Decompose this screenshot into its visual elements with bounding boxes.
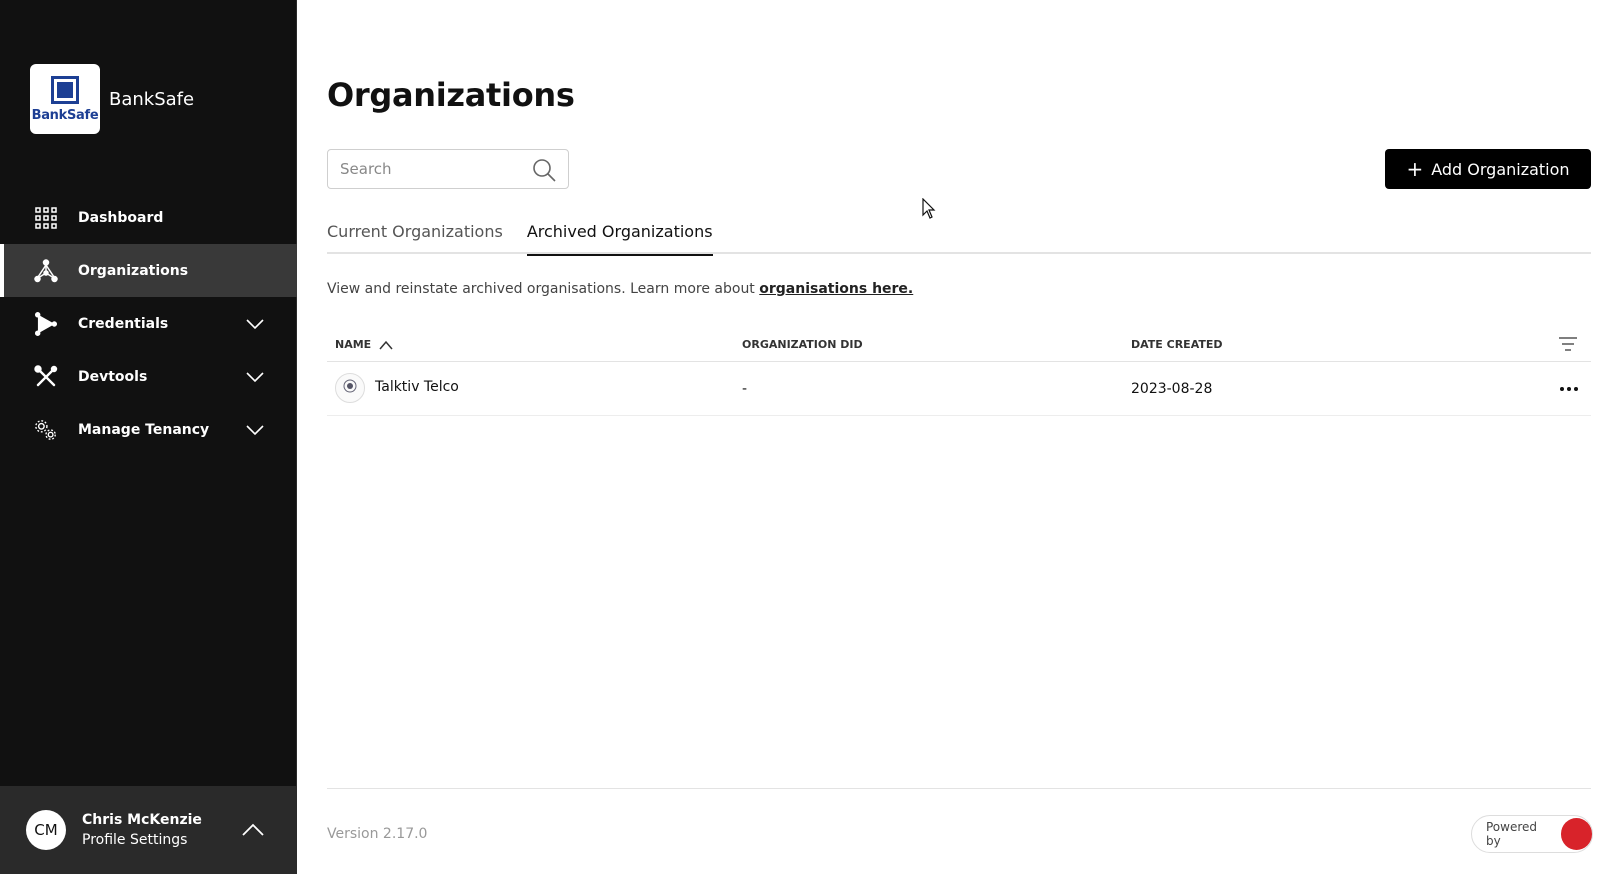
table-header: NAME ORGANIZATION DID DATE CREATED (327, 328, 1591, 362)
network-icon (34, 258, 58, 283)
plus-icon: + (1406, 157, 1424, 181)
add-organization-button[interactable]: + Add Organization (1385, 149, 1591, 189)
page-description: View and reinstate archived organisation… (327, 281, 913, 297)
profile-settings-link[interactable]: Profile Settings (82, 832, 202, 848)
column-header-name[interactable]: NAME (335, 338, 393, 351)
brand[interactable]: BankSafe BankSafe (30, 64, 194, 134)
search-icon[interactable] (532, 158, 556, 182)
organization-logo (335, 373, 365, 403)
organization-date-created: 2023-08-28 (1131, 381, 1213, 397)
profile-name: Chris McKenzie (82, 812, 202, 828)
powered-by-badge[interactable]: Powered by (1471, 815, 1593, 853)
column-header-date-created: DATE CREATED (1131, 338, 1223, 351)
table-row[interactable]: Talktiv Telco - 2023-08-28 (327, 362, 1591, 416)
sidebar-item-label: Devtools (78, 368, 148, 385)
brand-logo-icon (51, 75, 79, 104)
brand-name: BankSafe (109, 88, 195, 110)
more-options-icon[interactable] (1557, 379, 1581, 399)
mattr-logo (1560, 818, 1592, 850)
profile-text: Chris McKenzie Profile Settings (82, 812, 202, 848)
organization-logo-icon (343, 379, 357, 393)
page-title: Organizations (327, 76, 575, 114)
chevron-up-icon[interactable] (241, 822, 265, 838)
main-content: Organizations + Add Organization Current… (297, 0, 1618, 874)
sidebar-item-devtools[interactable]: Devtools (0, 350, 297, 403)
tabs: Current Organizations Archived Organizat… (327, 222, 1591, 256)
mouse-cursor-icon (922, 198, 936, 219)
sidebar-item-dashboard[interactable]: Dashboard (0, 191, 297, 244)
description-text: View and reinstate archived organisation… (327, 281, 760, 297)
organization-name[interactable]: Talktiv Telco (375, 379, 459, 395)
sidebar: BankSafe BankSafe Dashboard Organization… (0, 0, 297, 874)
tools-icon (34, 364, 58, 389)
organisations-link[interactable]: organisations here. (759, 281, 913, 297)
sidebar-item-label: Manage Tenancy (78, 421, 210, 438)
tab-archived-organizations[interactable]: Archived Organizations (526, 222, 713, 256)
organizations-table: NAME ORGANIZATION DID DATE CREATED Talkt… (327, 328, 1591, 416)
search-input[interactable] (340, 160, 520, 178)
profile-menu[interactable]: CM Chris McKenzie Profile Settings (0, 786, 297, 874)
footer-divider (327, 788, 1591, 789)
grid-icon (34, 206, 58, 230)
tab-current-organizations[interactable]: Current Organizations (327, 222, 503, 256)
credentials-icon (34, 311, 58, 336)
add-organization-label: Add Organization (1431, 159, 1570, 179)
organization-did: - (742, 381, 748, 397)
sidebar-item-label: Dashboard (78, 209, 164, 226)
column-header-did: ORGANIZATION DID (742, 338, 863, 351)
gears-icon (34, 418, 58, 442)
search-box[interactable] (327, 149, 569, 189)
sidebar-item-label: Credentials (78, 315, 169, 332)
sidebar-item-organizations[interactable]: Organizations (0, 244, 297, 297)
sort-ascending-icon[interactable] (379, 340, 393, 350)
chevron-down-icon[interactable] (245, 420, 265, 440)
sidebar-item-credentials[interactable]: Credentials (0, 297, 297, 350)
version-label: Version 2.17.0 (327, 826, 428, 842)
sidebar-nav: Dashboard Organizations Credentials Devt… (0, 191, 297, 456)
chevron-down-icon[interactable] (245, 367, 265, 387)
brand-logo-text: BankSafe (31, 107, 99, 123)
avatar: CM (26, 810, 66, 850)
sidebar-item-label: Organizations (78, 262, 189, 279)
sidebar-item-manage-tenancy[interactable]: Manage Tenancy (0, 403, 297, 456)
powered-by-label: Powered by (1486, 820, 1538, 848)
chevron-down-icon[interactable] (245, 314, 265, 334)
brand-logo: BankSafe (30, 64, 100, 134)
filter-icon[interactable] (1557, 334, 1579, 354)
